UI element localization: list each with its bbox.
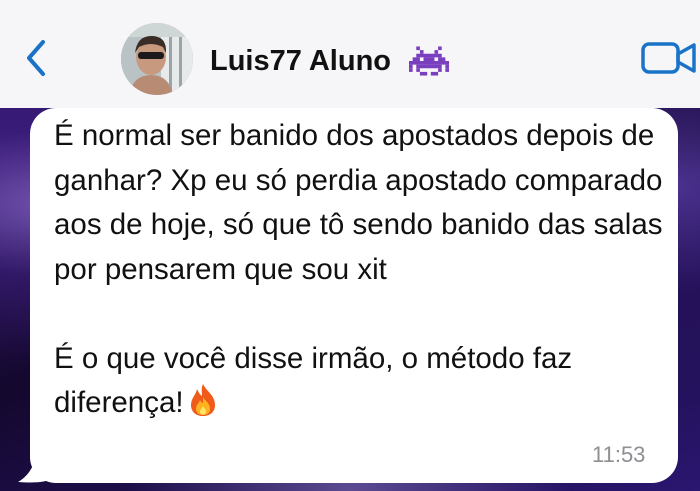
contact-name[interactable]: Luis77 Aluno [210,40,450,80]
avatar[interactable] [121,23,193,95]
message-timestamp: 11:53 [592,442,646,467]
contact-name-text: Luis77 Aluno [210,45,391,78]
chevron-left-icon[interactable] [22,38,52,78]
message-text: É normal ser banido dos apostados depois… [54,114,664,426]
message-paragraph-2-text: É o que você disse irmão, o método faz d… [54,341,573,420]
message-paragraph-1: É normal ser banido dos apostados depois… [54,119,663,286]
fire-icon [190,384,215,416]
chat-header: Luis77 Aluno [0,0,700,109]
message-paragraph-2: É o que você disse irmão, o método faz d… [54,337,664,426]
video-camera-icon[interactable] [640,36,698,80]
alien-monster-icon [409,46,450,76]
